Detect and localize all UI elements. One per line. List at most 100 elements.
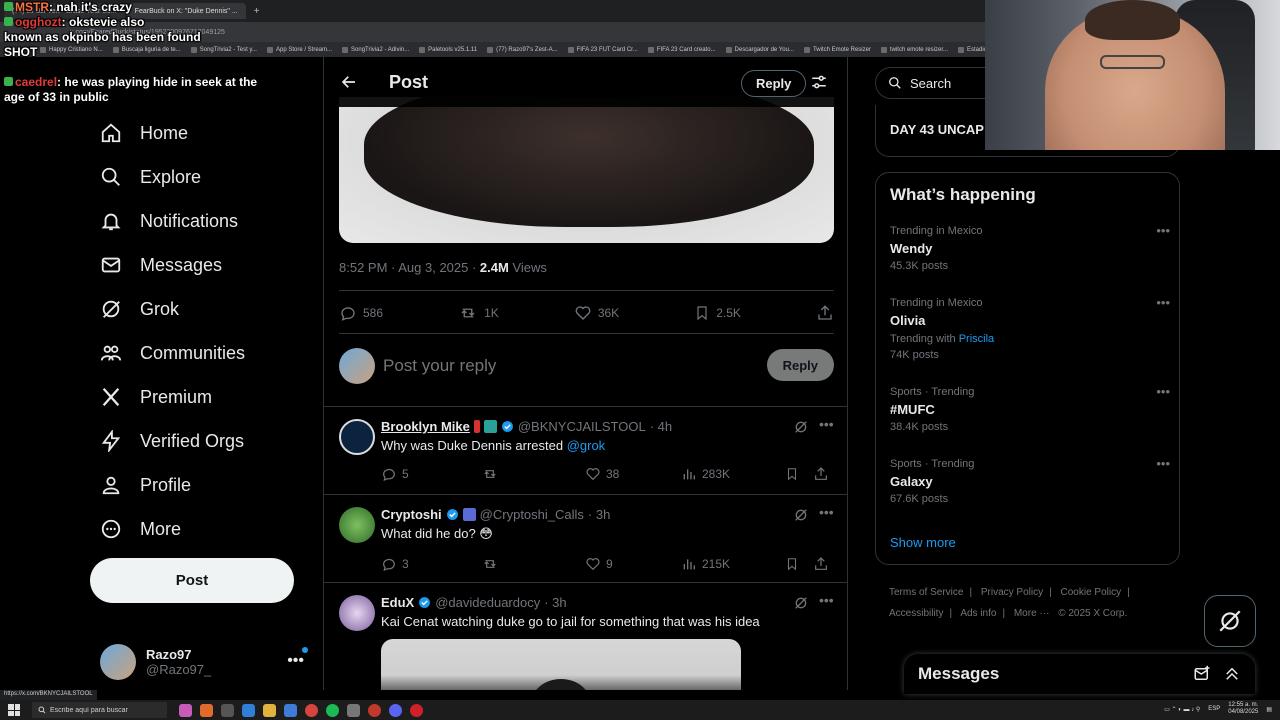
bookmark-action[interactable]: 2.5K <box>694 304 741 322</box>
reply-input[interactable] <box>383 356 743 376</box>
tray-icons[interactable]: ▭ ⌃ ◐ ▬ ♪ ⚲ <box>1164 706 1200 713</box>
views-action[interactable]: 215K <box>681 556 785 572</box>
share-action[interactable] <box>813 466 829 482</box>
nav-item-home[interactable]: Home <box>100 118 188 148</box>
share-action[interactable] <box>813 556 829 572</box>
post-button[interactable]: Post <box>90 558 294 603</box>
tweet-author-handle[interactable]: @BKNYCJAILSTOOL <box>518 419 646 434</box>
bookmark-item[interactable]: (77) Razo97's Zest-A... <box>487 46 558 53</box>
nav-item-notifications[interactable]: Notifications <box>100 206 238 236</box>
windows-start-icon[interactable] <box>8 704 20 716</box>
more-icon[interactable]: ••• <box>819 504 834 520</box>
nav-item-grok[interactable]: Grok <box>100 294 179 324</box>
tweet-author-name[interactable]: Brooklyn Mike <box>381 419 470 434</box>
share-action[interactable] <box>816 304 834 322</box>
reply-action[interactable]: 586 <box>339 304 383 322</box>
app-icon[interactable] <box>284 703 297 717</box>
folder-icon[interactable] <box>263 703 276 717</box>
reply-tweet[interactable]: Brooklyn Mike @BKNYCJAILSTOOL · 4h ••• W… <box>324 406 847 494</box>
tune-icon[interactable] <box>810 73 828 91</box>
chrome-icon[interactable] <box>305 703 318 717</box>
bookmark-action[interactable] <box>785 556 813 572</box>
tweet-media-image[interactable] <box>381 639 741 690</box>
messages-drawer[interactable]: Messages <box>904 654 1255 694</box>
nav-item-more[interactable]: More <box>100 514 181 544</box>
footer-more-link[interactable]: More ··· <box>1014 608 1050 619</box>
tweet-author-name[interactable]: Cryptoshi <box>381 507 442 522</box>
taskbar-search-input[interactable] <box>50 706 165 714</box>
show-more-link[interactable]: Show more <box>890 535 956 550</box>
more-icon[interactable]: ••• <box>1156 295 1170 310</box>
nav-item-verified-orgs[interactable]: Verified Orgs <box>100 426 244 456</box>
grok-floating-button[interactable] <box>1204 595 1256 647</box>
tweet-author-handle[interactable]: @davideduardocy <box>435 595 540 610</box>
nav-item-premium[interactable]: Premium <box>100 382 212 412</box>
reply-tweet[interactable]: EduX @davideduardocy · 3h ••• Kai Cenat … <box>324 582 847 690</box>
reply-tweet[interactable]: Cryptoshi @Cryptoshi_Calls · 3h ••• What… <box>324 494 847 582</box>
app-icon[interactable] <box>179 703 192 717</box>
mention-link[interactable]: @grok <box>567 438 606 453</box>
nav-item-communities[interactable]: Communities <box>100 338 245 368</box>
taskbar-search[interactable] <box>32 702 167 718</box>
footer-link[interactable]: Ads info <box>960 608 996 619</box>
spotify-icon[interactable] <box>326 703 339 717</box>
bookmark-item[interactable]: SongTrivia2 - Adivin... <box>342 46 409 53</box>
footer-link[interactable]: Privacy Policy <box>981 587 1043 598</box>
bookmark-item[interactable]: Twitch Emote Resizer <box>803 46 871 53</box>
app-icon[interactable] <box>368 703 381 717</box>
tweet-author-handle[interactable]: @Cryptoshi_Calls <box>480 507 584 522</box>
back-arrow-icon[interactable] <box>339 72 359 92</box>
app-icon[interactable] <box>347 703 360 717</box>
notification-icon[interactable]: ▤ <box>1266 706 1272 713</box>
clock[interactable]: 12:55 a. m. 04/08/2025 <box>1228 702 1258 716</box>
more-icon[interactable]: ••• <box>819 592 834 608</box>
task-view-icon[interactable] <box>221 703 234 717</box>
more-icon[interactable]: ••• <box>1156 456 1170 471</box>
nav-item-messages[interactable]: Messages <box>100 250 222 280</box>
nav-item-profile[interactable]: Profile <box>100 470 191 500</box>
trend-with-link[interactable]: Priscila <box>959 333 994 345</box>
like-action[interactable]: 9 <box>585 556 681 572</box>
more-icon[interactable]: ••• <box>1156 223 1170 238</box>
app-icon[interactable] <box>410 703 423 717</box>
tweet-author-name[interactable]: EduX <box>381 595 414 610</box>
reply-action[interactable]: 3 <box>381 556 481 572</box>
trend-item[interactable]: Trending in Mexico Wendy 45.3K posts ••• <box>890 223 1170 272</box>
post-media-image[interactable] <box>339 97 834 243</box>
bookmark-action[interactable] <box>785 466 813 482</box>
repost-action[interactable]: 1K <box>458 304 499 322</box>
reply-submit-button[interactable]: Reply <box>766 349 834 381</box>
trend-item[interactable]: Trending in Mexico Olivia Trending with … <box>890 295 1170 361</box>
bookmark-item[interactable]: App Store / Stream... <box>266 46 332 53</box>
bookmark-item[interactable]: Estadio Pri... <box>958 46 985 53</box>
app-icon[interactable] <box>200 703 213 717</box>
nav-label: Messages <box>140 254 223 275</box>
app-icon[interactable] <box>389 703 402 717</box>
like-action[interactable]: 38 <box>585 466 681 482</box>
bookmark-item[interactable]: Descargador de You... <box>725 46 794 53</box>
edge-icon[interactable] <box>242 703 255 717</box>
language-indicator[interactable]: ESP <box>1208 706 1220 712</box>
reply-count: 5 <box>402 467 409 481</box>
more-icon[interactable]: ••• <box>287 652 304 670</box>
account-switcher[interactable]: Razo97 @Razo97_ ••• <box>100 642 314 682</box>
like-action[interactable]: 36K <box>574 304 619 322</box>
webcam-overlay <box>985 0 1280 150</box>
more-icon[interactable]: ••• <box>819 416 834 432</box>
nav-item-explore[interactable]: Explore <box>100 162 201 192</box>
footer-link[interactable]: Terms of Service <box>889 587 963 598</box>
views-action[interactable]: 283K <box>681 466 785 482</box>
trend-item[interactable]: Sports · Trending Galaxy 67.6K posts ••• <box>890 456 1170 505</box>
trend-item[interactable]: Sports · Trending #MUFC 38.4K posts ••• <box>890 384 1170 433</box>
more-icon[interactable]: ••• <box>1156 384 1170 399</box>
bookmark-item[interactable]: Paletools v25.1.11 <box>419 46 477 53</box>
bookmark-item[interactable]: FIFA 23 Card creato... <box>647 46 716 53</box>
reply-action[interactable]: 5 <box>381 466 481 482</box>
repost-action[interactable] <box>481 466 585 482</box>
bookmark-item[interactable]: twitch emote resizer... <box>880 46 948 53</box>
footer-link[interactable]: Cookie Policy <box>1061 587 1122 598</box>
header-reply-button[interactable]: Reply <box>741 70 807 97</box>
footer-link[interactable]: Accessibility <box>889 608 943 619</box>
bookmark-item[interactable]: FIFA 23 FUT Card Cr... <box>567 46 638 53</box>
repost-action[interactable] <box>481 556 585 572</box>
